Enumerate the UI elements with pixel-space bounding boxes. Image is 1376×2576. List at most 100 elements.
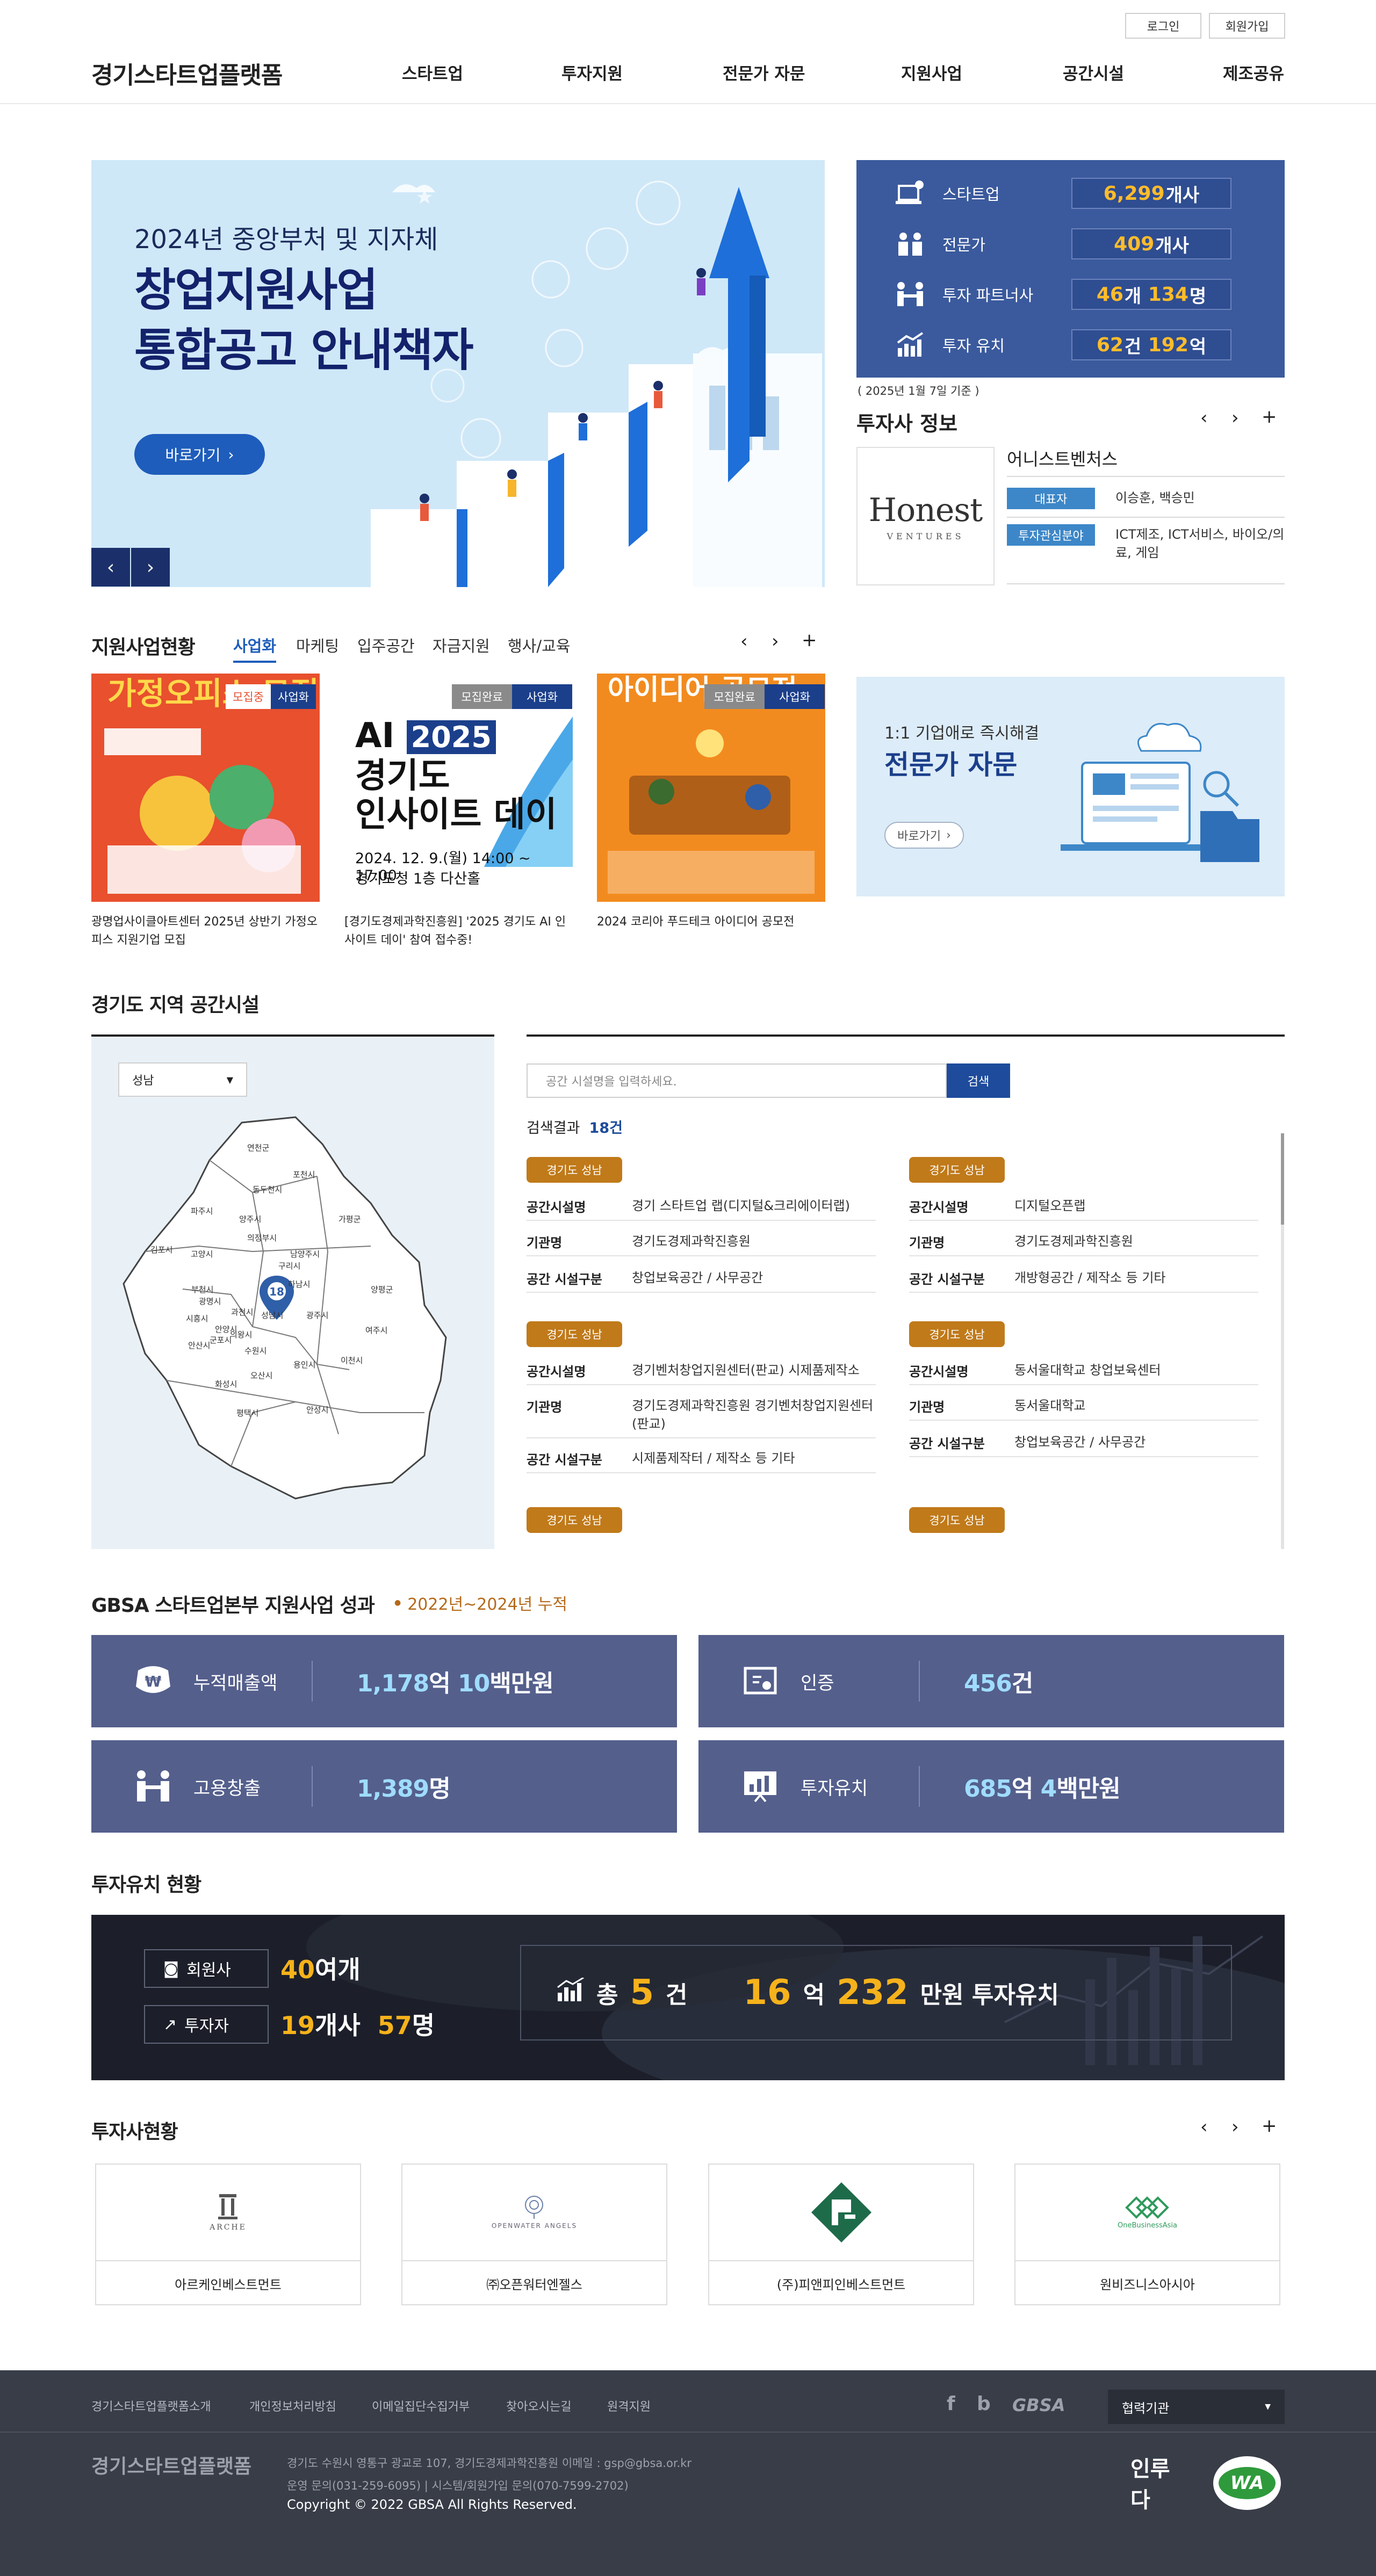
result-key: 공간시설명 <box>527 1364 586 1379</box>
nav-investment[interactable]: 투자지원 <box>561 60 623 84</box>
footer-link-directions[interactable]: 찾아오시는길 <box>506 2397 571 2414</box>
footer-link-remote[interactable]: 원격지원 <box>607 2397 651 2414</box>
chevron-right-icon: › <box>946 828 951 842</box>
ceo-tag: 대표자 <box>1007 488 1095 509</box>
footer-address: 경기도 수원시 영통구 광교로 107, 경기도경제과학진흥원 이메일 : gs… <box>287 2457 692 2470</box>
nav-startup[interactable]: 스타트업 <box>402 60 463 84</box>
footer-link-email-refusal[interactable]: 이메일집단수집거부 <box>372 2397 470 2414</box>
expert-consult-banner[interactable]: 1:1 기업애로 즉시해결 전문가 자문 바로가기 › <box>856 677 1285 896</box>
hero-go-label: 바로가기 <box>165 446 221 464</box>
vc-next-button[interactable]: › <box>1231 2116 1239 2138</box>
support-card-image[interactable]: 모집완료 사업화 AI 2025 경기도 인사이트 데이 2024. 12. 9… <box>344 674 573 902</box>
result-row[interactable]: 기관명 경기도경제과학진흥원 경기벤처창업지원센터(판교) <box>527 1392 876 1438</box>
vc-card[interactable]: ARCHE 아르케인베스트먼트 <box>95 2163 361 2305</box>
login-button[interactable]: 로그인 <box>1125 13 1201 39</box>
card-image-place: 경기도청 1층 다산홀 <box>355 871 481 887</box>
total-prefix: 총 <box>596 1981 618 2009</box>
card-title-gyeonggi: 경기도 <box>355 756 450 796</box>
footer-link-privacy[interactable]: 개인정보처리방침 <box>249 2397 336 2414</box>
stat-expert[interactable]: 전문가 409 개사 <box>894 227 1270 261</box>
vc-name: (주)피앤피인베스트먼트 <box>776 2277 906 2292</box>
result-row[interactable]: 공간시설명 디지털오픈랩 <box>909 1192 1258 1221</box>
vc-card[interactable]: OneBusinessAsia 원비즈니스아시아 <box>1014 2163 1280 2305</box>
facebook-icon[interactable]: f <box>947 2393 955 2415</box>
region-select[interactable]: 성남 ▼ <box>118 1062 247 1097</box>
support-card-caption[interactable]: 2024 코리아 푸드테크 아이디어 공모전 <box>597 913 825 931</box>
nav-manufacturing[interactable]: 제조공유 <box>1223 60 1284 84</box>
result-value: 경기 스타트업 랩(디지털&크리에이터랩) <box>632 1198 850 1213</box>
result-row[interactable]: 기관명 경기도경제과학진흥원 <box>527 1228 876 1256</box>
stat-unit: 명 <box>1189 285 1207 307</box>
results-scrollbar[interactable] <box>1281 1133 1284 1549</box>
investor-logo[interactable]: Honest VENTURES <box>856 447 995 585</box>
region-map-panel: 성남 ▼ 18 연천군 포천시 파주시 동두천시 양주시 가평군 의정부시 고양… <box>91 1034 494 1549</box>
support-next-button[interactable]: › <box>772 631 779 652</box>
result-row[interactable]: 공간시설명 동서울대학교 창업보육센터 <box>909 1357 1258 1385</box>
region-tag: 경기도 성남 <box>909 1507 1005 1533</box>
tab-commercialization[interactable]: 사업화 <box>233 634 277 663</box>
invest-status-title: 투자유치 현황 <box>91 1874 201 1896</box>
stat-partner[interactable]: 투자 파트너사 46 개 134 명 <box>894 277 1270 312</box>
space-search-input[interactable]: 공간 시설명을 입력하세요. <box>527 1063 947 1098</box>
vc-more-button[interactable]: + <box>1262 2115 1277 2137</box>
map-label: 남양주시 <box>290 1249 320 1259</box>
result-row[interactable]: 공간 시설구분 시제품제작터 / 제작소 등 기타 <box>527 1445 876 1473</box>
result-row[interactable]: 공간 시설구분 창업보육공간 / 사무공간 <box>527 1264 876 1293</box>
hero-go-button[interactable]: 바로가기 › <box>134 434 265 475</box>
stat-value: 62 건 192 억 <box>1071 329 1231 360</box>
investor-more-button[interactable]: + <box>1262 406 1277 428</box>
tab-residency[interactable]: 입주공간 <box>357 634 415 656</box>
footer-link-about[interactable]: 경기스타트업플랫폼소개 <box>91 2397 211 2414</box>
investor-next-button[interactable]: › <box>1231 407 1239 429</box>
footer-divider <box>0 2432 1376 2433</box>
support-card-image[interactable]: 아이디어 공모전 모집완료 사업화 <box>597 674 825 902</box>
nav-support[interactable]: 지원사업 <box>901 60 962 84</box>
support-prev-button[interactable]: ‹ <box>740 631 748 652</box>
support-card-caption[interactable]: [경기도경제과학진흥원] '2025 경기도 AI 인사이트 데이' 참여 접수… <box>344 913 573 950</box>
result-row[interactable]: 공간 시설구분 개방형공간 / 제작소 등 기타 <box>909 1264 1258 1293</box>
result-row[interactable]: 공간시설명 경기 스타트업 랩(디지털&크리에이터랩) <box>527 1192 876 1221</box>
stat-startup[interactable]: 스타트업 6,299 개사 <box>894 176 1270 211</box>
investor-name[interactable]: 어니스트벤처스 <box>1007 446 1118 471</box>
support-card-image[interactable]: 가정오피스 모집 모집중 사업화 <box>91 674 320 902</box>
map-label: 연천군 <box>247 1143 270 1153</box>
join-button[interactable]: 회원가입 <box>1209 13 1285 39</box>
gyeonggi-map[interactable]: 18 연천군 포천시 파주시 동두천시 양주시 가평군 의정부시 고양시 남양주… <box>91 1112 494 1549</box>
gbsa-logo[interactable]: GBSA <box>1012 2395 1065 2415</box>
amount-unit: 억 <box>803 1981 825 2009</box>
gbsa-card-label: 투자유치 <box>801 1777 868 1799</box>
map-label: 고양시 <box>191 1249 213 1259</box>
support-card-caption[interactable]: 광명업사이클아트센터 2025년 상반기 가정오피스 지원기업 모집 <box>91 913 320 950</box>
onebusiness-logo: OneBusinessAsia <box>1118 2196 1177 2230</box>
partner-select[interactable]: 협력기관 ▼ <box>1108 2390 1285 2424</box>
investment-icon <box>894 330 926 360</box>
footer: 경기스타트업플랫폼소개 개인정보처리방침 이메일집단수집거부 찾아오시는길 원격… <box>0 2370 1376 2576</box>
nav-space[interactable]: 공간시설 <box>1063 60 1124 84</box>
result-key: 공간시설명 <box>909 1200 969 1215</box>
gbsa-number: 1,389 <box>357 1775 429 1803</box>
blog-icon[interactable]: b <box>977 2393 991 2415</box>
tab-marketing[interactable]: 마케팅 <box>296 634 339 656</box>
result-row[interactable]: 기관명 동서울대학교 <box>909 1392 1258 1421</box>
result-row[interactable]: 공간 시설구분 창업보육공간 / 사무공간 <box>909 1429 1258 1457</box>
hero-prev-button[interactable]: ‹ <box>91 548 130 587</box>
expert-go-button[interactable]: 바로가기 › <box>884 822 964 849</box>
vc-card[interactable]: OPENWATER ANGELS ㈜오픈워터엔젤스 <box>401 2163 667 2305</box>
stat-investment[interactable]: 투자 유치 62 건 192 억 <box>894 328 1270 362</box>
result-row[interactable]: 공간시설명 경기벤처창업지원센터(판교) 시제품제작소 <box>527 1357 876 1385</box>
investor-prev-button[interactable]: ‹ <box>1200 407 1208 429</box>
result-row[interactable]: 기관명 경기도경제과학진흥원 <box>909 1228 1258 1256</box>
tab-funding[interactable]: 자금지원 <box>433 634 490 656</box>
hero-banner[interactable]: 2024년 중앙부처 및 지자체 창업지원사업 통합공고 안내책자 바로가기 ›… <box>91 160 825 587</box>
vc-prev-button[interactable]: ‹ <box>1200 2116 1208 2138</box>
gbsa-card-value: 1,178억 10백만원 <box>357 1664 554 1698</box>
vc-card[interactable]: P&P (주)피앤피인베스트먼트 <box>708 2163 974 2305</box>
tab-events[interactable]: 행사/교육 <box>508 634 571 656</box>
space-search-button[interactable]: 검색 <box>947 1063 1010 1098</box>
nav-expert[interactable]: 전문가 자문 <box>723 60 805 84</box>
site-logo[interactable]: 경기스타트업플랫폼 <box>91 56 283 90</box>
status-badge: 모집완료 <box>704 684 765 709</box>
support-more-button[interactable]: + <box>802 629 817 651</box>
map-label: 의정부시 <box>247 1233 277 1243</box>
hero-next-button[interactable]: › <box>131 548 170 587</box>
